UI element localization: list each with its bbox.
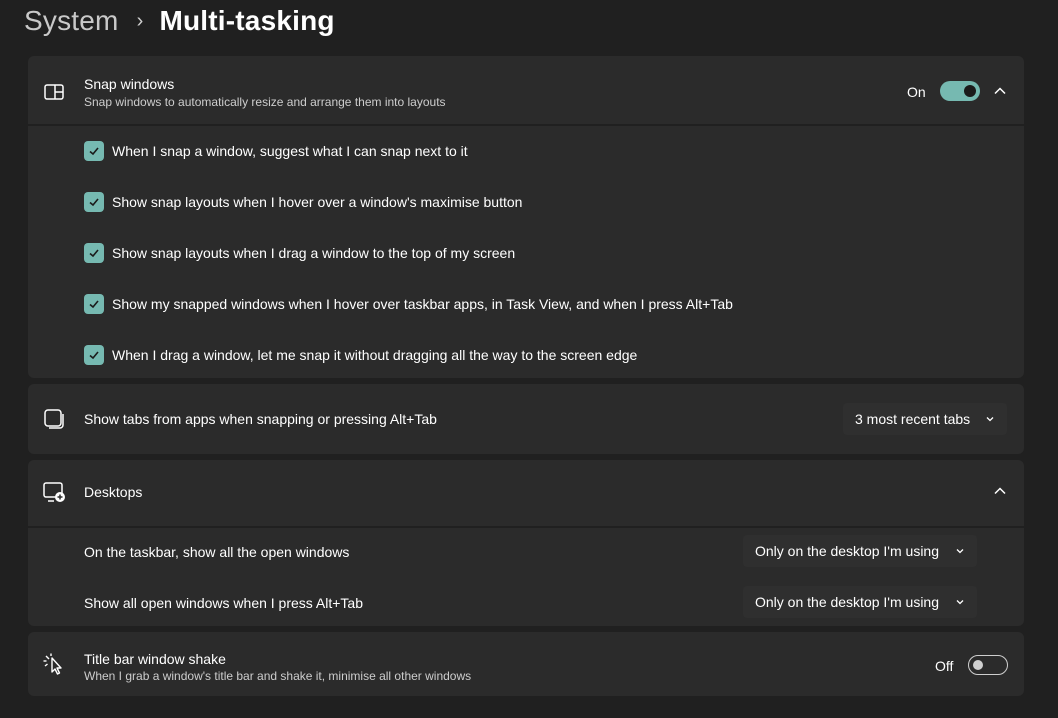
desktops-title: Desktops: [84, 484, 143, 500]
checkmark-icon: [89, 147, 99, 156]
alt-tab-windows-label: Show all open windows when I press Alt+T…: [84, 595, 363, 611]
snap-option-maximise-hover[interactable]: Show snap layouts when I hover over a wi…: [84, 192, 522, 212]
checkmark-icon: [89, 198, 99, 207]
show-tabs-dropdown-value: 3 most recent tabs: [855, 411, 971, 427]
checkmark-icon: [89, 300, 99, 309]
snap-windows-title: Snap windows: [84, 76, 175, 92]
window-shake-cursor-icon: [43, 653, 62, 675]
chevron-down-icon: [986, 417, 994, 422]
snap-windows-toggle[interactable]: [940, 81, 980, 101]
show-tabs-dropdown[interactable]: 3 most recent tabs: [843, 403, 1007, 435]
snap-option-checkbox[interactable]: [84, 243, 104, 263]
multitasking-settings-page: System › Multi-tasking Snap windows Snap…: [0, 0, 1058, 718]
taskbar-windows-label: On the taskbar, show all the open window…: [84, 544, 350, 560]
breadcrumb-separator-icon: ›: [136, 9, 144, 32]
breadcrumb: System › Multi-tasking: [24, 2, 335, 40]
snap-option-checkbox[interactable]: [84, 141, 104, 161]
window-shake-section: Title bar window shake When I grab a win…: [28, 632, 1024, 696]
alt-tab-windows-dropdown-value: Only on the desktop I'm using: [755, 594, 939, 610]
chevron-up-icon[interactable]: [993, 484, 1007, 498]
snap-option-label: Show my snapped windows when I hover ove…: [112, 296, 733, 312]
chevron-down-icon: [956, 549, 964, 554]
window-shake-subtitle: When I grab a window's title bar and sha…: [84, 669, 472, 683]
snap-windows-icon: [44, 84, 64, 100]
window-shake-toggle[interactable]: [968, 655, 1008, 675]
toggle-knob: [973, 660, 983, 670]
show-tabs-title: Show tabs from apps when snapping or pre…: [84, 411, 437, 427]
snap-option-checkbox[interactable]: [84, 345, 104, 365]
taskbar-windows-dropdown[interactable]: Only on the desktop I'm using: [743, 535, 977, 567]
snap-windows-section: Snap windows Snap windows to automatical…: [28, 56, 1024, 378]
desktops-section: Desktops On the taskbar, show all the op…: [28, 460, 1024, 626]
alt-tab-windows-dropdown[interactable]: Only on the desktop I'm using: [743, 586, 977, 618]
snap-option-drag-without-edge[interactable]: When I drag a window, let me snap it wit…: [84, 345, 637, 365]
section-divider: [28, 526, 1024, 528]
toggle-knob: [964, 85, 976, 97]
snap-option-checkbox[interactable]: [84, 192, 104, 212]
checkmark-icon: [89, 249, 99, 258]
show-tabs-section: Show tabs from apps when snapping or pre…: [28, 384, 1024, 454]
snap-option-label: Show snap layouts when I drag a window t…: [112, 245, 516, 261]
snap-option-label: Show snap layouts when I hover over a wi…: [112, 194, 523, 210]
snap-option-show-snapped[interactable]: Show my snapped windows when I hover ove…: [84, 294, 733, 314]
chevron-down-icon: [956, 600, 964, 605]
page-title: Multi-tasking: [159, 5, 335, 36]
snap-option-suggest[interactable]: When I snap a window, suggest what I can…: [84, 141, 468, 161]
window-shake-state: Off: [935, 658, 954, 674]
snap-option-label: When I snap a window, suggest what I can…: [112, 143, 468, 159]
checkmark-icon: [89, 351, 99, 360]
chevron-up-icon[interactable]: [993, 84, 1007, 98]
virtual-desktops-icon: [43, 482, 65, 502]
snap-option-checkbox[interactable]: [84, 294, 104, 314]
taskbar-windows-dropdown-value: Only on the desktop I'm using: [755, 543, 939, 559]
snap-windows-state: On: [907, 84, 926, 100]
section-divider: [28, 124, 1024, 126]
app-tabs-icon: [44, 409, 64, 429]
breadcrumb-system-link[interactable]: System: [24, 5, 119, 37]
snap-windows-subtitle: Snap windows to automatically resize and…: [84, 95, 446, 109]
window-shake-title: Title bar window shake: [84, 651, 226, 667]
snap-option-label: When I drag a window, let me snap it wit…: [112, 347, 638, 363]
snap-option-drag-top[interactable]: Show snap layouts when I drag a window t…: [84, 243, 515, 263]
